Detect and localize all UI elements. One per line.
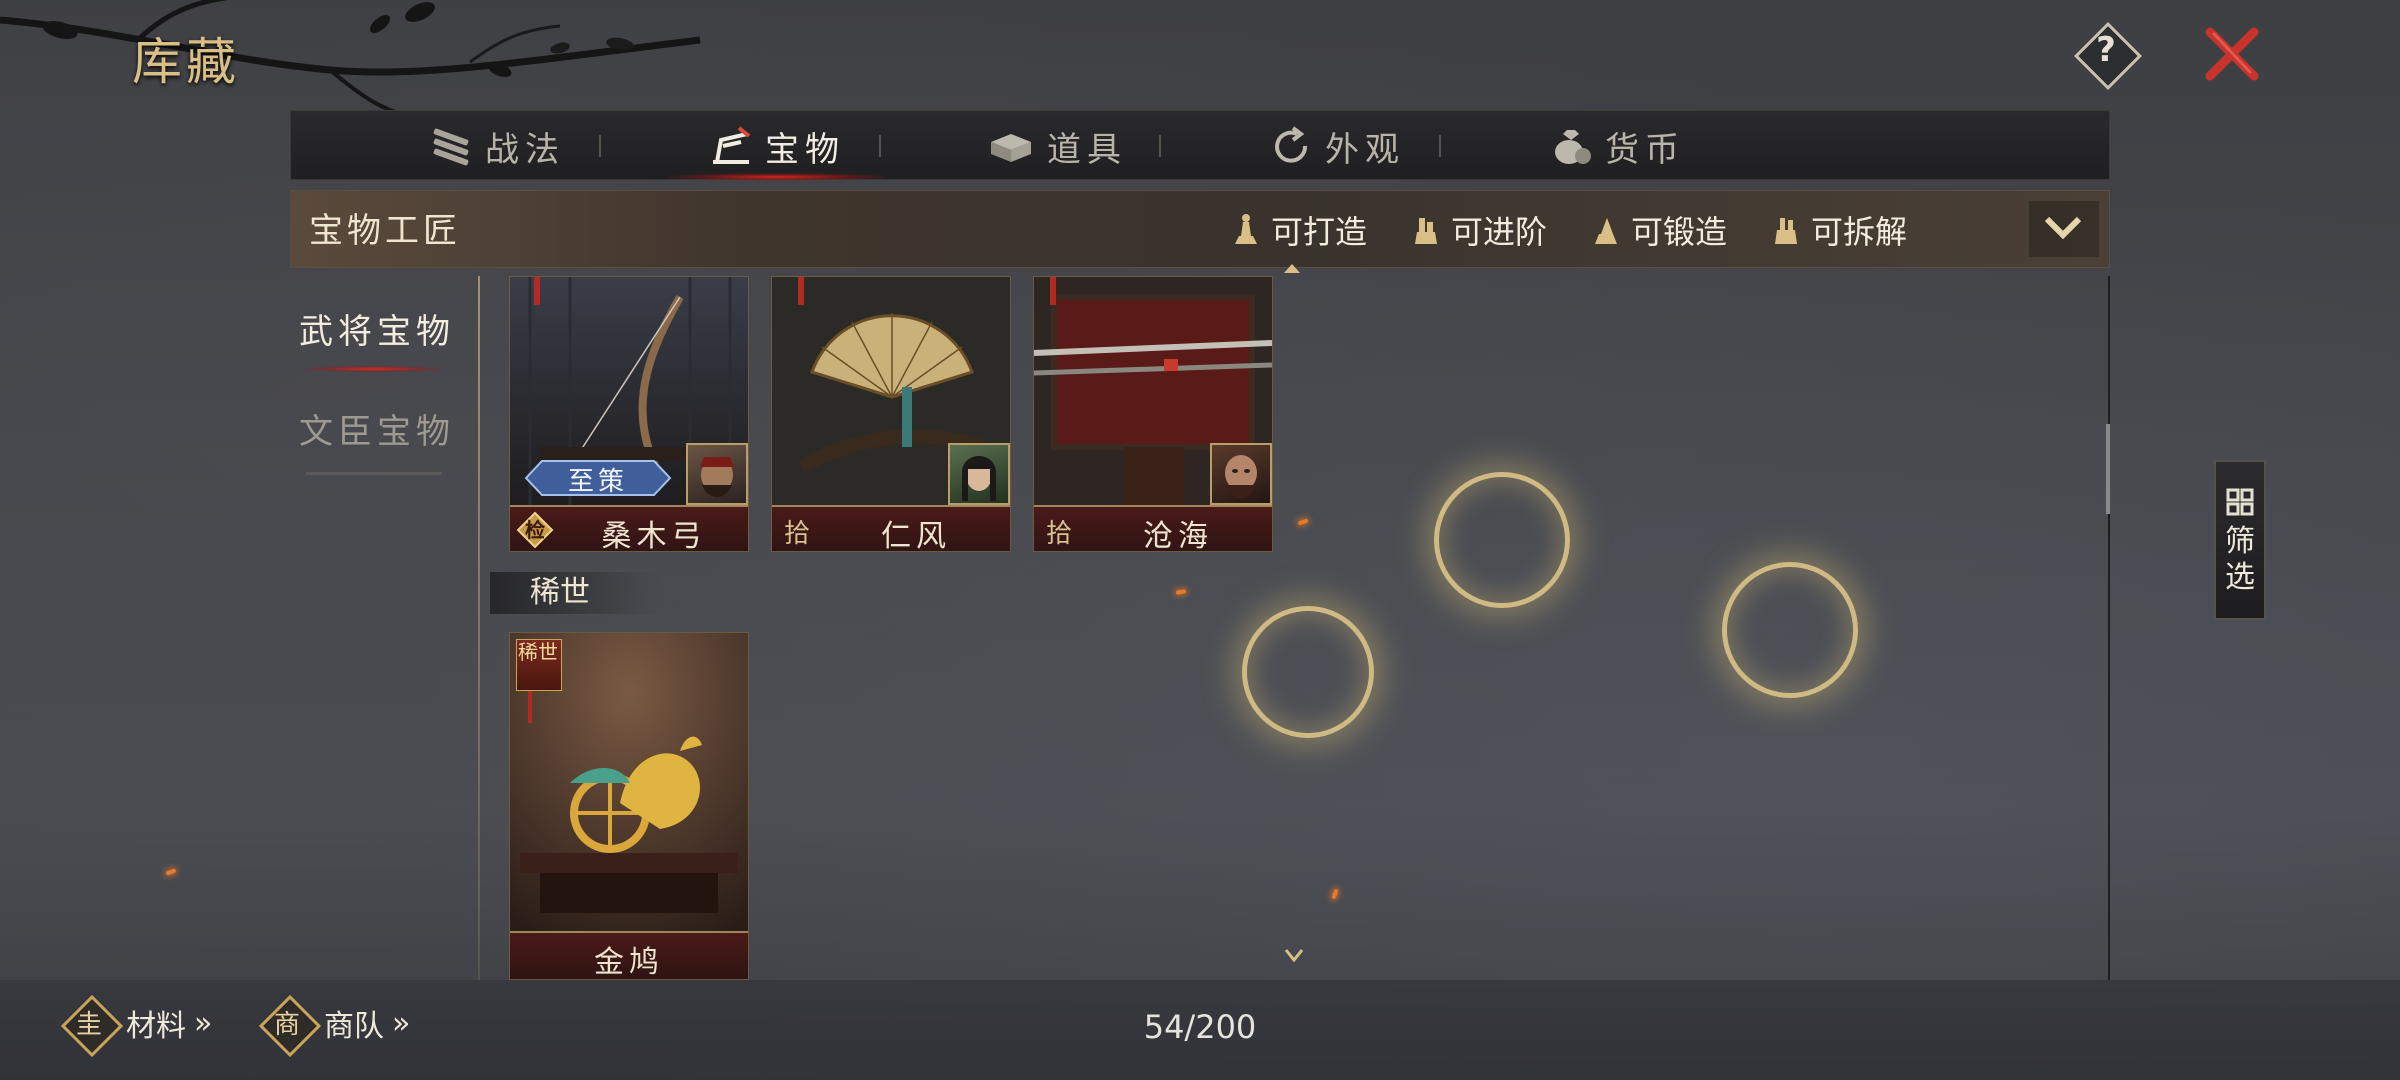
card-name-bar: 金鸠 bbox=[510, 931, 748, 979]
box-icon bbox=[991, 134, 1031, 162]
chevron-down-icon bbox=[2044, 216, 2082, 240]
tab-tactics-label: 战法 bbox=[485, 129, 565, 170]
tab-separator bbox=[1439, 135, 1441, 157]
filter-button-label: 筛选 bbox=[2225, 524, 2255, 595]
treasure-card[interactable]: 拾 沧海 bbox=[1033, 276, 1273, 552]
quality-badge-label: 至策 bbox=[567, 467, 628, 497]
close-icon bbox=[2205, 27, 2259, 81]
content-right-border bbox=[2108, 276, 2110, 980]
page-title: 库藏 bbox=[132, 33, 240, 91]
treasure-card[interactable]: 稀世 金鸠 bbox=[509, 632, 749, 980]
filter-advance[interactable]: 可进阶 bbox=[1411, 207, 1547, 253]
side-tab-hero-treasure[interactable]: 武将宝物 bbox=[292, 304, 462, 353]
treasure-card[interactable]: 拾 仁风 bbox=[771, 276, 1011, 552]
ember-particle bbox=[1331, 888, 1339, 900]
close-button[interactable] bbox=[2200, 26, 2264, 82]
filter-craftable[interactable]: 可打造 bbox=[1231, 207, 1367, 253]
section-label-rare: 稀世 bbox=[490, 572, 660, 614]
treasure-name: 沧海 bbox=[1143, 519, 1213, 552]
expand-filters-button[interactable] bbox=[2029, 201, 2099, 257]
tab-tactics[interactable]: 战法 bbox=[357, 111, 637, 181]
glow-ring-decoration bbox=[1242, 606, 1374, 738]
hammer-icon bbox=[1415, 218, 1437, 244]
craftsman-bar: 宝物工匠 可打造 可进阶 可锻造 可拆解 bbox=[290, 190, 2110, 268]
tab-currency-label: 货币 bbox=[1605, 129, 1685, 170]
tab-items-label: 道具 bbox=[1047, 129, 1127, 170]
tab-appearance[interactable]: 外观 bbox=[1197, 111, 1477, 181]
side-tab-minister-treasure[interactable]: 文臣宝物 bbox=[292, 404, 462, 453]
treasure-name: 仁风 bbox=[881, 519, 951, 552]
tab-treasure[interactable]: 宝物 bbox=[637, 111, 917, 181]
anvil-icon bbox=[1235, 214, 1257, 244]
scrollbar-thumb[interactable] bbox=[2106, 424, 2110, 514]
filter-advance-label: 可进阶 bbox=[1451, 213, 1548, 251]
card-name-bar: 拾 仁风 bbox=[772, 505, 1010, 552]
treasure-card[interactable]: 至策 检 桑木弓 bbox=[509, 276, 749, 552]
help-icon: ? bbox=[2096, 30, 2116, 70]
scroll-up-indicator-icon bbox=[1284, 264, 1300, 273]
cycle-icon bbox=[1275, 126, 1308, 163]
glow-ring-decoration bbox=[1722, 562, 1858, 698]
filter-craftable-label: 可打造 bbox=[1271, 213, 1368, 251]
tab-separator bbox=[879, 135, 881, 157]
seal-badge-text: 检 bbox=[525, 518, 545, 542]
forge-icon bbox=[1595, 218, 1617, 244]
tab-treasure-label: 宝物 bbox=[765, 129, 845, 170]
filter-dismantle[interactable]: 可拆解 bbox=[1771, 207, 1907, 253]
side-tab-active-underline bbox=[306, 366, 442, 372]
ember-particle bbox=[1297, 518, 1309, 526]
general-portrait bbox=[686, 443, 748, 505]
treasure-grade: 拾 bbox=[1046, 519, 1073, 549]
treasure-name: 桑木弓 bbox=[601, 519, 707, 552]
tab-currency[interactable]: 货币 bbox=[1477, 111, 1757, 181]
scroll-down-indicator-icon bbox=[1284, 949, 1304, 962]
treasure-name: 金鸠 bbox=[594, 945, 664, 980]
help-button[interactable]: ? bbox=[2074, 22, 2142, 90]
money-bag-icon bbox=[1555, 130, 1591, 164]
tab-items[interactable]: 道具 bbox=[917, 111, 1197, 181]
inventory-count: 54/200 bbox=[1143, 1008, 1257, 1046]
tab-separator bbox=[1159, 135, 1161, 157]
treasure-grade: 拾 bbox=[784, 519, 811, 549]
treasure-icon bbox=[713, 126, 751, 164]
filter-dismantle-label: 可拆解 bbox=[1811, 213, 1908, 251]
grid-icon bbox=[2226, 488, 2254, 516]
filter-button[interactable]: 筛选 bbox=[2214, 460, 2266, 620]
card-name-bar: 拾 沧海 bbox=[1034, 505, 1272, 552]
craftsman-title[interactable]: 宝物工匠 bbox=[309, 203, 461, 252]
filter-forge[interactable]: 可锻造 bbox=[1591, 207, 1727, 253]
tab-appearance-label: 外观 bbox=[1325, 129, 1405, 170]
general-portrait bbox=[948, 443, 1010, 505]
glow-ring-decoration bbox=[1434, 472, 1570, 608]
side-divider bbox=[478, 276, 480, 980]
ember-particle bbox=[165, 868, 177, 876]
card-name-bar: 检 桑木弓 bbox=[510, 505, 748, 552]
dismantle-icon bbox=[1775, 218, 1797, 244]
filter-forge-label: 可锻造 bbox=[1631, 213, 1728, 251]
ember-particle bbox=[1175, 589, 1187, 595]
scroll-icon bbox=[433, 128, 469, 166]
tab-separator bbox=[599, 135, 601, 157]
side-tab-underline bbox=[306, 472, 442, 475]
category-tab-bar: 战法 宝物 道具 外观 货币 bbox=[290, 110, 2110, 181]
rare-tag-label: 稀世 bbox=[518, 640, 558, 664]
general-portrait bbox=[1210, 443, 1272, 505]
